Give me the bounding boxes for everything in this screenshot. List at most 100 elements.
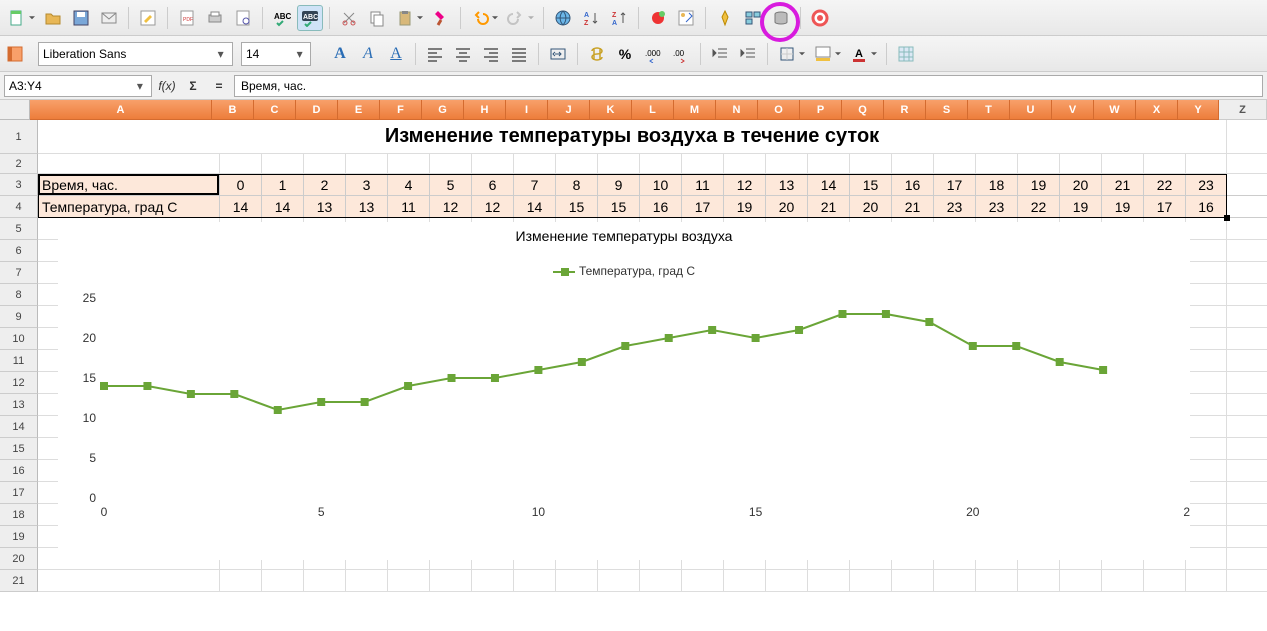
row-header-5[interactable]: 5 xyxy=(0,218,38,240)
cell-W4[interactable]: 19 xyxy=(1102,196,1144,218)
cell-W2[interactable] xyxy=(1102,154,1144,174)
percent-button[interactable]: % xyxy=(612,41,638,67)
spellcheck-button[interactable]: ABC xyxy=(269,5,295,31)
cell-W21[interactable] xyxy=(1102,570,1144,592)
row-header-9[interactable]: 9 xyxy=(0,306,38,328)
col-header-F[interactable]: F xyxy=(380,100,422,120)
cell-Z20[interactable] xyxy=(1227,548,1267,570)
remove-decimal-button[interactable]: .00 xyxy=(668,41,694,67)
font-name-combo[interactable]: ▾ xyxy=(38,42,233,66)
cell-K2[interactable] xyxy=(598,154,640,174)
col-header-S[interactable]: S xyxy=(926,100,968,120)
name-box-input[interactable] xyxy=(9,79,133,93)
row-headers[interactable]: 123456789101112131415161718192021 xyxy=(0,120,38,631)
auto-spellcheck-button[interactable]: ABC xyxy=(297,5,323,31)
row-header-3[interactable]: 3 xyxy=(0,174,38,196)
cell-J3[interactable]: 8 xyxy=(556,174,598,196)
currency-button[interactable] xyxy=(584,41,610,67)
cell-G4[interactable]: 12 xyxy=(430,196,472,218)
cell-E4[interactable]: 13 xyxy=(346,196,388,218)
row-header-4[interactable]: 4 xyxy=(0,196,38,218)
cell-J21[interactable] xyxy=(556,570,598,592)
cell-D4[interactable]: 13 xyxy=(304,196,346,218)
row-header-16[interactable]: 16 xyxy=(0,460,38,482)
undo-button[interactable] xyxy=(467,5,493,31)
row-header-19[interactable]: 19 xyxy=(0,526,38,548)
cell-F4[interactable]: 11 xyxy=(388,196,430,218)
help-button[interactable] xyxy=(807,5,833,31)
cell-Z10[interactable] xyxy=(1227,328,1267,350)
cell-N4[interactable]: 19 xyxy=(724,196,766,218)
cell-Y15[interactable] xyxy=(1186,438,1227,460)
cell-W3[interactable]: 21 xyxy=(1102,174,1144,196)
row-header-13[interactable]: 13 xyxy=(0,394,38,416)
cell-R4[interactable]: 21 xyxy=(892,196,934,218)
name-box[interactable]: ▾ xyxy=(4,75,152,97)
cell-B2[interactable] xyxy=(220,154,262,174)
row-header-2[interactable]: 2 xyxy=(0,154,38,174)
redo-button[interactable] xyxy=(503,5,529,31)
cell-E21[interactable] xyxy=(346,570,388,592)
col-header-D[interactable]: D xyxy=(296,100,338,120)
underline-button[interactable]: A xyxy=(383,41,409,67)
col-header-I[interactable]: I xyxy=(506,100,548,120)
cell-N3[interactable]: 12 xyxy=(724,174,766,196)
cell-Y13[interactable] xyxy=(1186,394,1227,416)
cell-Q21[interactable] xyxy=(850,570,892,592)
cell-C2[interactable] xyxy=(262,154,304,174)
edit-mode-button[interactable] xyxy=(135,5,161,31)
cell-U3[interactable]: 19 xyxy=(1018,174,1060,196)
cell-A2[interactable] xyxy=(38,154,220,174)
font-color-button[interactable]: A xyxy=(846,41,872,67)
cell-S2[interactable] xyxy=(934,154,976,174)
print-preview-button[interactable] xyxy=(230,5,256,31)
record-macro-button[interactable] xyxy=(645,5,671,31)
cell-Y11[interactable] xyxy=(1186,350,1227,372)
cell-A21[interactable] xyxy=(38,570,220,592)
row-header-10[interactable]: 10 xyxy=(0,328,38,350)
cell-L2[interactable] xyxy=(640,154,682,174)
cell-D21[interactable] xyxy=(304,570,346,592)
align-left-button[interactable] xyxy=(422,41,448,67)
formula-input[interactable]: Время, час. xyxy=(234,75,1263,97)
col-header-A[interactable]: A xyxy=(30,100,212,120)
cell-Z9[interactable] xyxy=(1227,306,1267,328)
cell-Y20[interactable] xyxy=(1186,548,1227,570)
spreadsheet[interactable]: ABCDEFGHIJKLMNOPQRSTUVWXYZ12345678910111… xyxy=(0,100,1267,631)
cell-Y17[interactable] xyxy=(1186,482,1227,504)
cell-Z6[interactable] xyxy=(1227,240,1267,262)
cell-B3[interactable]: 0 xyxy=(220,174,262,196)
cell-Z13[interactable] xyxy=(1227,394,1267,416)
col-header-R[interactable]: R xyxy=(884,100,926,120)
col-header-H[interactable]: H xyxy=(464,100,506,120)
cell-Q4[interactable]: 20 xyxy=(850,196,892,218)
cell-P4[interactable]: 21 xyxy=(808,196,850,218)
cell-K4[interactable]: 15 xyxy=(598,196,640,218)
row-header-8[interactable]: 8 xyxy=(0,284,38,306)
cell-U2[interactable] xyxy=(1018,154,1060,174)
cell-Z1[interactable] xyxy=(1227,120,1267,154)
cell-X4[interactable]: 17 xyxy=(1144,196,1186,218)
cell-F2[interactable] xyxy=(388,154,430,174)
cell-H3[interactable]: 6 xyxy=(472,174,514,196)
select-all-corner[interactable] xyxy=(0,100,30,120)
cell-X21[interactable] xyxy=(1144,570,1186,592)
cell-I4[interactable]: 14 xyxy=(514,196,556,218)
dropdown-icon[interactable]: ▾ xyxy=(213,47,228,61)
cell-Z3[interactable] xyxy=(1227,174,1267,196)
align-right-button[interactable] xyxy=(478,41,504,67)
new-doc-button[interactable] xyxy=(4,5,30,31)
cell-Y10[interactable] xyxy=(1186,328,1227,350)
cell-C21[interactable] xyxy=(262,570,304,592)
cell-X2[interactable] xyxy=(1144,154,1186,174)
cell-Z7[interactable] xyxy=(1227,262,1267,284)
col-header-Z[interactable]: Z xyxy=(1219,100,1267,120)
cell-E3[interactable]: 3 xyxy=(346,174,388,196)
cell-Y6[interactable] xyxy=(1186,240,1227,262)
col-header-L[interactable]: L xyxy=(632,100,674,120)
row-header-20[interactable]: 20 xyxy=(0,548,38,570)
cell-J4[interactable]: 15 xyxy=(556,196,598,218)
row-header-7[interactable]: 7 xyxy=(0,262,38,284)
borders-button[interactable] xyxy=(774,41,800,67)
font-name-input[interactable] xyxy=(43,47,213,61)
